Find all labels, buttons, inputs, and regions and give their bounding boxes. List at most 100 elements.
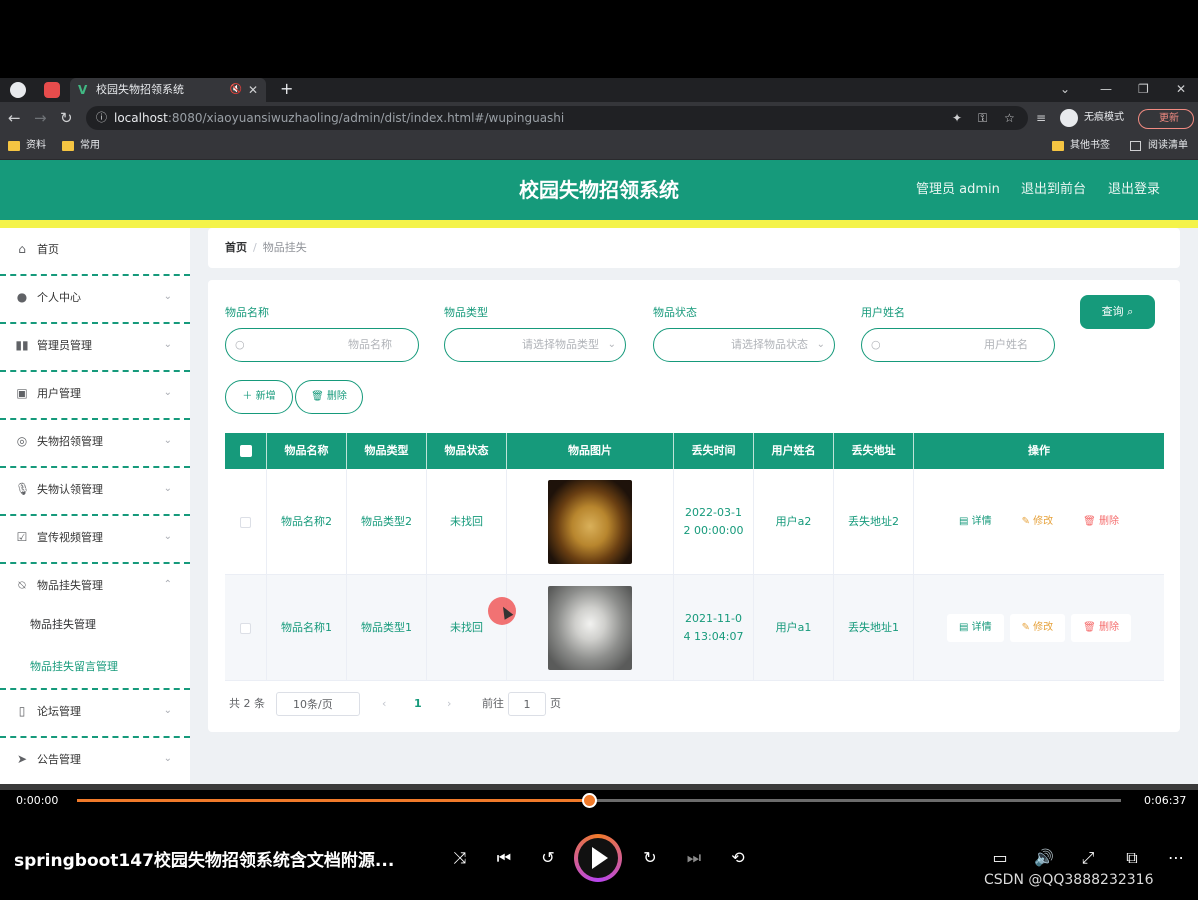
new-tab-icon[interactable]: +	[280, 78, 293, 100]
repeat-off-icon[interactable]: ⟲	[724, 846, 752, 870]
sidebar-item-forum[interactable]: ▯ 论坛管理 ⌄	[0, 690, 190, 738]
sidebar-item-label: 失物认领管理	[37, 483, 103, 496]
url-field[interactable]: ⓘ localhost:8080/xiaoyuansiwuzhaoling/ad…	[86, 106, 1028, 130]
sidebar-item-label: 物品挂失管理	[37, 579, 103, 592]
minimize-icon[interactable]: —	[1100, 78, 1112, 100]
back-icon[interactable]: ←	[8, 108, 21, 128]
chevron-down-icon: ⌄	[163, 339, 172, 350]
incognito-badge[interactable]: 无痕模式	[1060, 107, 1124, 129]
browser-tab[interactable]: V 校园失物招领系统 🔇 ✕	[70, 78, 266, 102]
basket-photo[interactable]	[548, 480, 632, 564]
pager-prev-icon[interactable]: ‹	[382, 692, 386, 716]
pager-next-icon[interactable]: ›	[447, 692, 451, 716]
edit-button[interactable]: ✎ 修改	[1010, 508, 1066, 536]
page-size-select[interactable]: 10条/页	[276, 692, 360, 716]
restore-icon[interactable]: ❐	[1138, 78, 1149, 100]
item-status-select[interactable]: 请选择物品状态 ⌄	[653, 328, 835, 362]
breadcrumb-home[interactable]: 首页	[225, 241, 247, 254]
globe-icon[interactable]	[10, 82, 26, 98]
next-icon[interactable]: ⏭	[680, 846, 708, 870]
cell-lost-address: 丢失地址2	[834, 469, 914, 575]
row-checkbox[interactable]	[240, 622, 251, 634]
key-icon[interactable]: ⚿	[978, 106, 987, 130]
pager-goto-label: 前往	[482, 697, 504, 710]
watermark: CSDN @QQ3888232316	[984, 872, 1154, 888]
sidebar-item-label: 公告管理	[37, 753, 81, 766]
sidebar-subitem-label: 物品挂失管理	[30, 618, 96, 631]
add-button[interactable]: ＋ 新增	[225, 380, 293, 414]
mini-player-icon[interactable]: ⧉	[1118, 846, 1146, 870]
play-button[interactable]	[574, 834, 622, 882]
cell-lost-time: 2022-03-1 2 00:00:00	[674, 469, 754, 575]
edit-button[interactable]: ✎ 修改	[1009, 614, 1066, 642]
sidebar-item-lost-found[interactable]: ◎ 失物招领管理 ⌄	[0, 420, 190, 468]
sidebar-item-label: 个人中心	[37, 291, 81, 304]
to-front-link[interactable]: 退出到前台	[1021, 160, 1086, 220]
forward-30-icon[interactable]: ↻	[636, 846, 664, 870]
more-options-icon[interactable]: ⋯	[1162, 846, 1190, 870]
extension-icon[interactable]: ✦	[952, 106, 962, 130]
row-checkbox[interactable]	[240, 516, 251, 528]
volume-icon[interactable]: 🔊	[1030, 846, 1058, 870]
delete-button[interactable]: 🗑 删除	[1071, 508, 1131, 536]
user-name-input[interactable]: ○ 用户姓名	[861, 328, 1055, 362]
column-header: 丢失时间	[674, 433, 754, 469]
bookmark-star-icon[interactable]: ☆	[1004, 106, 1015, 130]
previous-icon[interactable]: ⏮	[490, 846, 518, 870]
fullscreen-icon[interactable]: ⤢	[1074, 846, 1102, 870]
video-title: springboot147校园失物招领系统含文档附源...	[14, 851, 395, 871]
detail-button[interactable]: ▤ 详情	[946, 614, 1004, 642]
sidebar-item-admins[interactable]: ▮▮ 管理员管理 ⌄	[0, 324, 190, 372]
cell-actions: ▤ 详情 ✎ 修改 🗑 删除	[914, 575, 1164, 681]
chevron-down-icon: ⌄	[816, 339, 825, 350]
sidebar-item-claims[interactable]: 🎙 失物认领管理 ⌄	[0, 468, 190, 516]
tab-search-icon[interactable]: ⌄	[1060, 78, 1070, 100]
detail-button[interactable]: ▤ 详情	[947, 508, 1004, 536]
query-button[interactable]: 查询 ⌕	[1080, 295, 1155, 329]
seek-bar[interactable]	[77, 793, 1121, 808]
cell-item-image	[507, 575, 674, 681]
forward-icon[interactable]: →	[34, 108, 47, 128]
folder-icon	[1052, 141, 1064, 151]
sidebar-item-users[interactable]: ▣ 用户管理 ⌄	[0, 372, 190, 420]
item-type-select[interactable]: 请选择物品类型 ⌄	[444, 328, 626, 362]
bookmark-folder-1[interactable]: 资料	[8, 134, 46, 158]
sidebar-subitem-lost-comments[interactable]: 物品挂失留言管理	[0, 646, 190, 690]
total-duration: 0:06:37	[1144, 794, 1187, 807]
shuffle-icon[interactable]: ⤨	[446, 846, 474, 870]
reading-list-icon[interactable]: ≡	[1036, 108, 1046, 128]
target-icon: ◎	[16, 434, 28, 448]
captions-icon[interactable]: ▭	[986, 846, 1014, 870]
batch-delete-button[interactable]: 🗑 删除	[295, 380, 363, 414]
mute-icon[interactable]: 🔇	[230, 78, 242, 102]
delete-button[interactable]: 🗑 删除	[1071, 614, 1132, 642]
bookmark-label: 阅读清单	[1148, 140, 1188, 151]
table-row: 物品名称2 物品类型2 未找回 2022-03-1 2 00:00:00 用户a…	[225, 469, 1164, 575]
chevron-down-icon: ⌄	[163, 705, 172, 716]
logout-link[interactable]: 退出登录	[1108, 160, 1160, 220]
update-button[interactable]: 更新	[1138, 109, 1194, 129]
item-name-input[interactable]: ○ 物品名称	[225, 328, 419, 362]
app-tab-icon[interactable]	[44, 82, 60, 98]
pager-current-page[interactable]: 1	[414, 692, 422, 716]
select-all-checkbox[interactable]	[240, 445, 252, 457]
pager-goto-input[interactable]: 1	[508, 692, 546, 716]
window-close-icon[interactable]: ✕	[1176, 78, 1186, 100]
sidebar-item-home[interactable]: ⌂ 首页	[0, 228, 190, 276]
sidebar-item-notices[interactable]: ➤ 公告管理 ⌄	[0, 738, 190, 784]
sidebar-item-profile[interactable]: ● 个人中心 ⌄	[0, 276, 190, 324]
site-info-icon[interactable]: ⓘ	[96, 106, 107, 130]
sidebar-item-videos[interactable]: ☑ 宣传视频管理 ⌄	[0, 516, 190, 564]
other-bookmarks[interactable]: 其他书签	[1052, 134, 1110, 158]
reading-list[interactable]: 阅读清单	[1130, 134, 1188, 158]
user-name-placeholder: 用户姓名	[984, 338, 1028, 351]
bookmark-folder-2[interactable]: 常用	[62, 134, 100, 158]
close-tab-icon[interactable]: ✕	[248, 78, 258, 102]
sidebar-subitem-lost-report[interactable]: 物品挂失管理	[0, 604, 190, 646]
bookmarks-bar: 资料 常用 其他书签 阅读清单	[0, 134, 1198, 160]
iron-photo[interactable]	[548, 586, 632, 670]
seek-handle[interactable]	[581, 793, 597, 808]
search-icon: ○	[871, 338, 881, 351]
reload-icon[interactable]: ↻	[60, 108, 73, 128]
rewind-10-icon[interactable]: ↺	[534, 846, 562, 870]
